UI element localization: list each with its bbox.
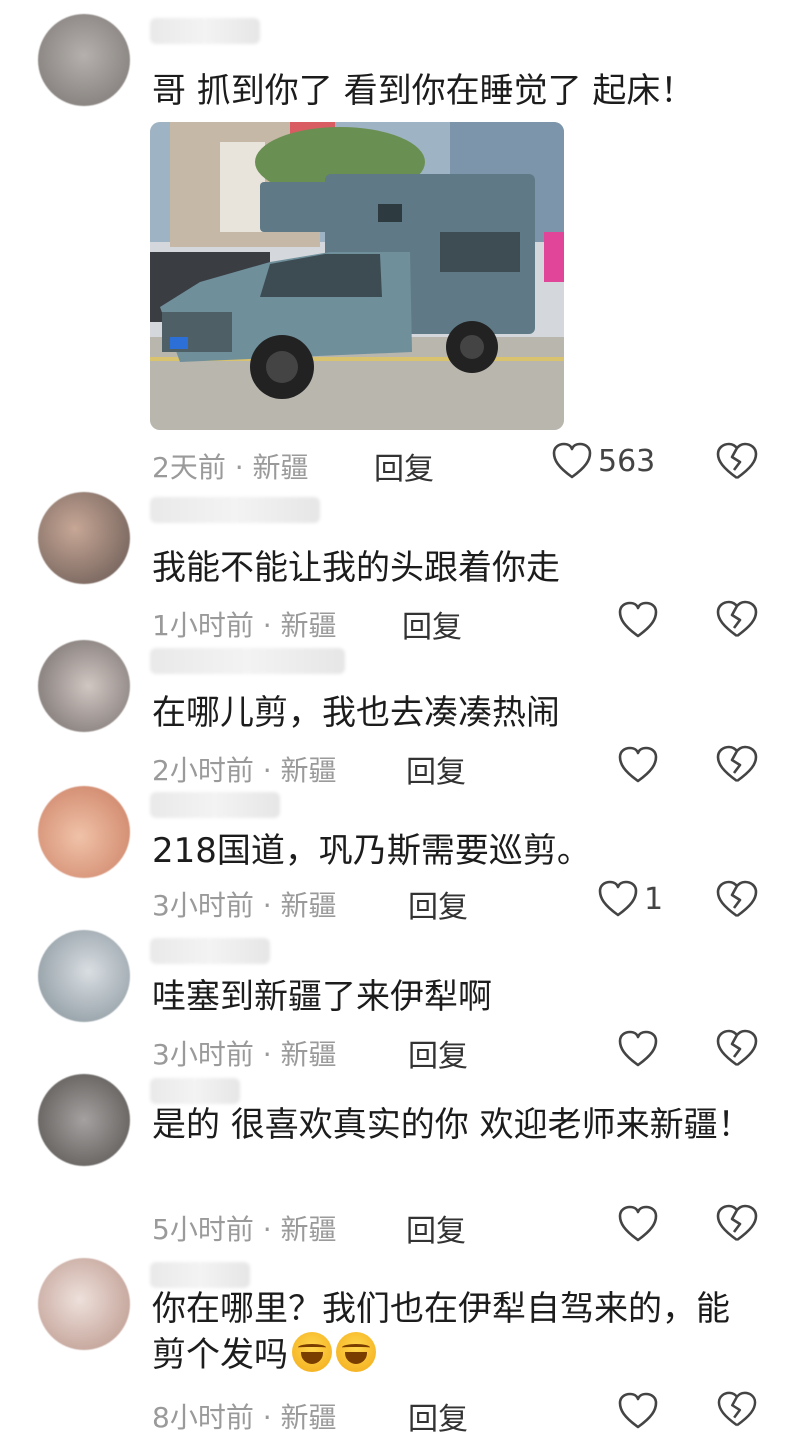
reply-button[interactable]: 回复 [374, 444, 434, 488]
broken-heart-icon[interactable] [716, 442, 758, 482]
avatar[interactable] [38, 930, 130, 1022]
heart-outline-icon [618, 1392, 658, 1430]
broken-heart-icon[interactable] [716, 1204, 758, 1244]
username-blurred[interactable] [150, 792, 280, 818]
comment-location: 新疆 [280, 754, 337, 787]
username-blurred[interactable] [150, 1262, 250, 1288]
meta-separator: · [262, 889, 272, 922]
username-blurred[interactable] [150, 18, 260, 44]
avatar[interactable] [38, 14, 130, 106]
reply-button[interactable]: 回复 [402, 602, 462, 646]
laughing-tears-emoji [292, 1332, 332, 1372]
comment-meta: 3小时前 · 新疆 [152, 1033, 337, 1073]
comment-time: 3小时前 [152, 1038, 254, 1071]
reply-button[interactable]: 回复 [408, 1394, 468, 1438]
comment-meta: 1小时前 · 新疆 [152, 604, 337, 644]
meta-separator: · [262, 754, 272, 787]
comment-text: 哥 抓到你了 看到你在睡觉了 起床！ [152, 71, 695, 111]
like-button[interactable] [618, 1392, 664, 1430]
comment-time: 2小时前 [152, 754, 254, 787]
like-button[interactable] [618, 1030, 664, 1068]
like-count: 563 [598, 443, 656, 479]
like-button[interactable] [618, 746, 664, 784]
avatar[interactable] [38, 640, 130, 732]
reply-button[interactable]: 回复 [408, 1031, 468, 1075]
comment-text: 是的 很喜欢真实的你 欢迎老师来新疆！ [152, 1105, 752, 1145]
heart-outline-icon [598, 880, 638, 918]
comment-meta: 2天前 · 新疆 [152, 446, 309, 486]
broken-heart-icon[interactable] [716, 745, 758, 785]
like-button[interactable] [618, 601, 664, 639]
avatar[interactable] [38, 786, 130, 878]
comment-time: 2天前 [152, 451, 226, 484]
reply-button[interactable]: 回复 [406, 747, 466, 791]
comment-location: 新疆 [280, 1038, 337, 1071]
reply-button[interactable]: 回复 [408, 882, 468, 926]
username-blurred[interactable] [150, 648, 345, 674]
comment-location: 新疆 [252, 451, 309, 484]
comment-meta: 8小时前 · 新疆 [152, 1396, 337, 1436]
comment-location: 新疆 [280, 889, 337, 922]
comment-text: 218国道，巩乃斯需要巡剪。 [152, 831, 591, 871]
like-button[interactable]: 563 [552, 442, 655, 480]
username-blurred[interactable] [150, 938, 270, 964]
like-count: 1 [644, 881, 664, 917]
heart-outline-icon [552, 442, 592, 480]
broken-heart-icon[interactable] [716, 600, 758, 640]
heart-outline-icon [618, 1205, 658, 1243]
avatar[interactable] [38, 492, 130, 584]
comment-time: 3小时前 [152, 889, 254, 922]
meta-separator: · [234, 451, 244, 484]
broken-heart-icon[interactable] [716, 1029, 758, 1069]
comment-meta: 3小时前 · 新疆 [152, 884, 337, 924]
comment-location: 新疆 [280, 609, 337, 642]
comment-time: 8小时前 [152, 1401, 254, 1434]
meta-separator: · [262, 1401, 272, 1434]
comment-text: 在哪儿剪，我也去凑凑热闹 [152, 693, 560, 733]
comment-text: 哇塞到新疆了来伊犁啊 [152, 977, 492, 1017]
heart-outline-icon [618, 1030, 658, 1068]
laughing-tears-emoji [336, 1332, 376, 1372]
username-blurred[interactable] [150, 497, 320, 523]
broken-heart-icon[interactable] [716, 880, 758, 920]
like-button[interactable] [618, 1205, 664, 1243]
meta-separator: · [262, 1213, 272, 1246]
comment-meta: 5小时前 · 新疆 [152, 1208, 337, 1248]
comment-time: 1小时前 [152, 609, 254, 642]
like-button[interactable]: 1 [598, 880, 663, 918]
comment-text: 你在哪里？我们也在伊犁自驾来的，能剪个发吗 [152, 1286, 752, 1378]
comment-location: 新疆 [280, 1401, 337, 1434]
heart-outline-icon [618, 746, 658, 784]
meta-separator: · [262, 1038, 272, 1071]
comment-time: 5小时前 [152, 1213, 254, 1246]
comment-text: 我能不能让我的头跟着你走 [152, 548, 560, 588]
heart-outline-icon [618, 601, 658, 639]
username-blurred[interactable] [150, 1078, 240, 1104]
comment-location: 新疆 [280, 1213, 337, 1246]
meta-separator: · [262, 609, 272, 642]
broken-heart-icon[interactable] [716, 1391, 758, 1429]
comment-meta: 2小时前 · 新疆 [152, 749, 337, 789]
comment-photo-truck[interactable] [150, 122, 564, 430]
avatar[interactable] [38, 1074, 130, 1166]
comment-text-body: 你在哪里？我们也在伊犁自驾来的，能剪个发吗 [152, 1289, 730, 1375]
avatar[interactable] [38, 1258, 130, 1350]
reply-button[interactable]: 回复 [406, 1206, 466, 1250]
